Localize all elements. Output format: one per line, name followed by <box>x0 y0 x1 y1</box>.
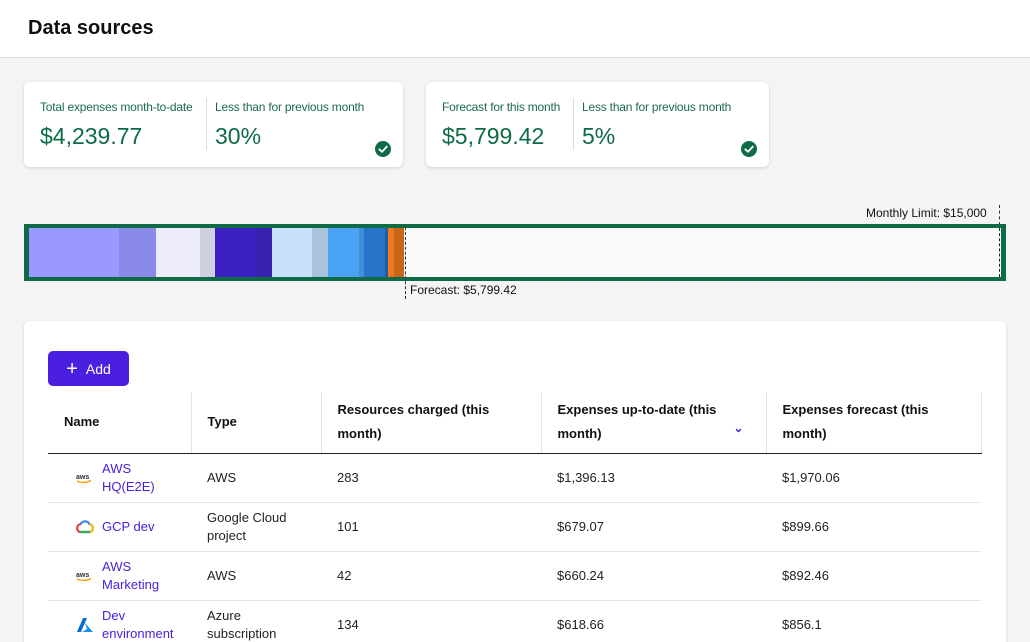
data-sources-panel: + Add Name Type Resources charged (this … <box>24 321 1006 642</box>
data-source-link[interactable]: Dev environment <box>102 607 175 642</box>
name-cell: GCP dev <box>48 502 191 552</box>
expense-segment-actual[interactable] <box>272 228 313 277</box>
check-circle-icon <box>375 141 391 157</box>
add-button-label: Add <box>85 360 111 377</box>
expenses-change-metric: Less than for previous month 30% <box>215 100 364 150</box>
name-cell: Dev environment <box>48 600 191 642</box>
table-header-row: Name Type Resources charged (this month)… <box>48 392 982 454</box>
monthly-limit-label: Monthly Limit: $15,000 <box>866 206 987 220</box>
column-header-expenses[interactable]: Expenses up-to-date (this month) ⌄ <box>541 392 767 454</box>
forecast-cell: $899.66 <box>766 502 981 552</box>
forecast-label: Forecast: $5,799.42 <box>410 283 517 297</box>
data-source-link[interactable]: AWS Marketing <box>102 558 175 594</box>
sort-descending-icon[interactable]: ⌄ <box>733 416 743 440</box>
forecast-metric: Forecast for this month $5,799.42 <box>442 100 560 150</box>
azure-icon <box>76 616 94 634</box>
type-cell: Azure subscription <box>191 600 321 642</box>
metric-value: 30% <box>215 123 262 149</box>
check-circle-icon <box>741 141 757 157</box>
expenses-cell: $679.07 <box>541 502 766 552</box>
svg-text:aws: aws <box>76 474 89 481</box>
forecast-cell: $856.1 <box>766 600 981 642</box>
metric-label: Forecast for this month <box>442 100 561 114</box>
expenses-summary-card: Total expenses month-to-date $4,239.77 L… <box>24 82 403 167</box>
resources-cell: 134 <box>321 600 541 642</box>
expense-segment-actual[interactable] <box>29 228 120 277</box>
type-cell: Google Cloud project <box>191 502 321 552</box>
divider <box>206 98 207 150</box>
page-header: Data sources <box>0 0 1030 58</box>
metric-value: 5% <box>582 123 616 149</box>
table-row: aws AWS Marketing AWS 42 $660.24 $892.46 <box>48 551 981 601</box>
expenses-bar-track <box>29 228 1001 277</box>
column-header-label: Expenses up-to-date (this month) <box>557 402 717 442</box>
expenses-bar <box>24 224 1006 281</box>
metric-value: $4,239.77 <box>40 123 143 149</box>
forecast-summary-card: Forecast for this month $5,799.42 Less t… <box>426 82 769 167</box>
forecast-cell: $892.46 <box>766 551 981 601</box>
name-cell: aws AWS Marketing <box>48 551 191 601</box>
metric-label: Less than for previous month <box>215 100 365 114</box>
add-data-source-button[interactable]: + Add <box>48 351 129 386</box>
table-row: Dev environment Azure subscription 134 $618… <box>48 600 981 642</box>
resources-cell: 101 <box>321 502 541 552</box>
forecast-marker <box>405 227 406 299</box>
forecast-change-metric: Less than for previous month 5% <box>582 100 731 150</box>
table-row: GCP dev Google Cloud project 101 $679.07 $89… <box>48 502 981 552</box>
expenses-cell: $618.66 <box>541 600 766 642</box>
gcp-icon <box>76 518 94 536</box>
column-header-name[interactable]: Name <box>48 392 192 454</box>
table-row: aws AWS HQ(E2E) AWS 283 $1,396.13 $1,970.06 <box>48 453 981 503</box>
data-source-link[interactable]: AWS HQ(E2E) <box>102 460 175 496</box>
expenses-metric: Total expenses month-to-date $4,239.77 <box>40 100 193 150</box>
expense-segment-forecast[interactable] <box>257 228 273 277</box>
expense-segment-actual[interactable] <box>327 228 359 277</box>
expenses-cell: $660.24 <box>541 551 766 601</box>
limit-end-marker <box>999 228 1000 277</box>
expense-segment-actual[interactable] <box>214 228 258 277</box>
aws-icon: aws <box>76 469 94 487</box>
expense-segment-actual[interactable] <box>363 228 385 277</box>
expense-segment-forecast[interactable] <box>200 228 215 277</box>
forecast-cell: $1,970.06 <box>766 453 981 503</box>
expense-segment-forecast[interactable] <box>393 228 405 277</box>
column-header-type[interactable]: Type <box>191 392 322 454</box>
expense-segment-actual[interactable] <box>156 228 201 277</box>
metric-label: Total expenses month-to-date <box>40 100 193 114</box>
page-title: Data sources <box>28 17 154 39</box>
data-source-link[interactable]: GCP dev <box>102 518 155 536</box>
type-cell: AWS <box>191 551 321 601</box>
type-cell: AWS <box>191 453 321 503</box>
metric-value: $5,799.42 <box>442 123 545 149</box>
monthly-limit-marker <box>999 205 1000 225</box>
resources-cell: 283 <box>321 453 541 503</box>
column-header-resources[interactable]: Resources charged (this month) <box>321 392 542 454</box>
name-cell: aws AWS HQ(E2E) <box>48 453 191 503</box>
aws-icon: aws <box>76 567 94 585</box>
metric-label: Less than for previous month <box>582 100 732 114</box>
svg-text:aws: aws <box>76 572 89 579</box>
resources-cell: 42 <box>321 551 541 601</box>
plus-icon: + <box>66 357 78 380</box>
expense-segment-forecast[interactable] <box>119 228 157 277</box>
expenses-cell: $1,396.13 <box>541 453 766 503</box>
column-header-forecast[interactable]: Expenses forecast (this month) <box>766 392 982 454</box>
data-sources-table: Name Type Resources charged (this month)… <box>48 392 982 642</box>
divider <box>573 98 574 150</box>
expense-segment-forecast[interactable] <box>312 228 328 277</box>
